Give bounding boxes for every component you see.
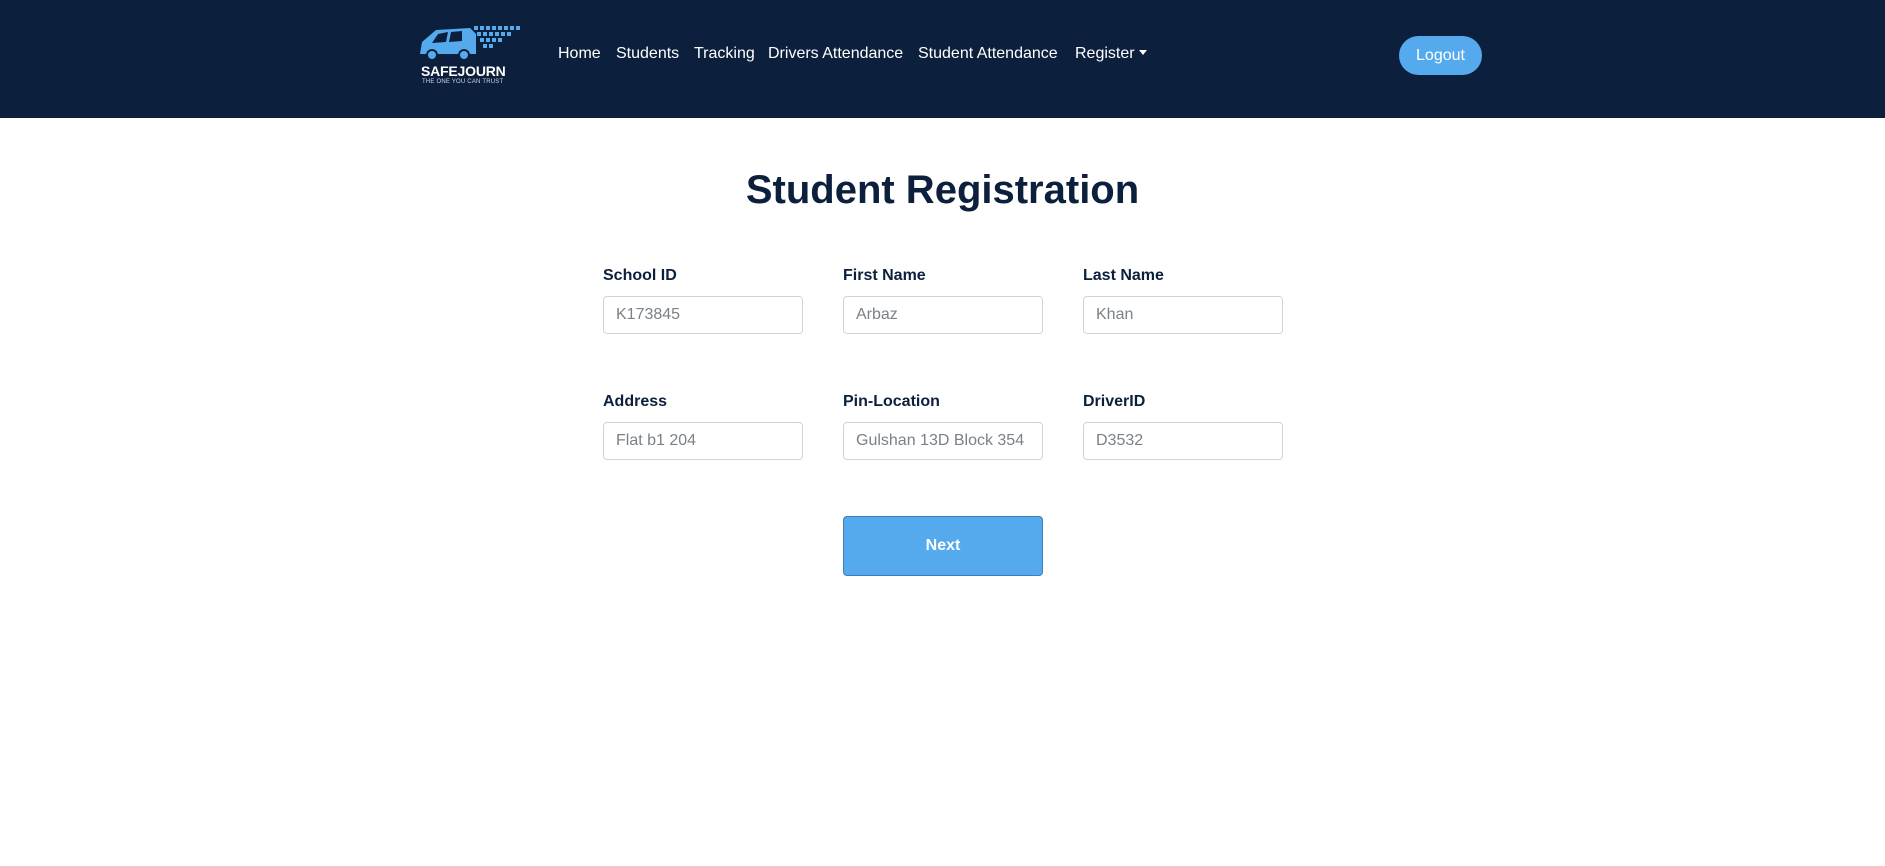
school-id-input[interactable] [603,296,803,334]
nav-link-tracking[interactable]: Tracking [694,45,755,63]
van-icon [420,26,520,61]
nav-link-home[interactable]: Home [558,45,601,63]
school-id-label: School ID [603,267,677,284]
driver-id-label: DriverID [1083,393,1146,410]
address-input[interactable] [603,422,803,460]
first-name-label: First Name [843,267,926,284]
nav-dropdown-register[interactable]: Register [1075,45,1147,63]
nav-link-drivers-attendance[interactable]: Drivers Attendance [768,45,903,63]
caret-down-icon [1138,50,1147,55]
brand-tagline: THE ONE YOU CAN TRUST [422,79,504,85]
last-name-label: Last Name [1083,267,1164,284]
nav-link-student-attendance[interactable]: Student Attendance [918,45,1058,63]
first-name-input[interactable] [843,296,1043,334]
nav-link-students[interactable]: Students [616,45,679,63]
navbar: SAFEJOURN THE ONE YOU CAN TRUST Home Stu… [0,0,1885,118]
page-title: Student Registration [745,168,1140,212]
pin-location-input[interactable] [843,422,1043,460]
last-name-input[interactable] [1083,296,1283,334]
address-label: Address [603,393,668,410]
brand-logo[interactable]: SAFEJOURN THE ONE YOU CAN TRUST [418,24,522,88]
logout-button[interactable]: Logout [1399,36,1482,75]
next-button[interactable]: Next [843,516,1043,576]
pin-location-label: Pin-Location [843,393,940,410]
brand-name: SAFEJOURN [421,63,506,79]
driver-id-input[interactable] [1083,422,1283,460]
register-label: Register [1075,45,1135,62]
